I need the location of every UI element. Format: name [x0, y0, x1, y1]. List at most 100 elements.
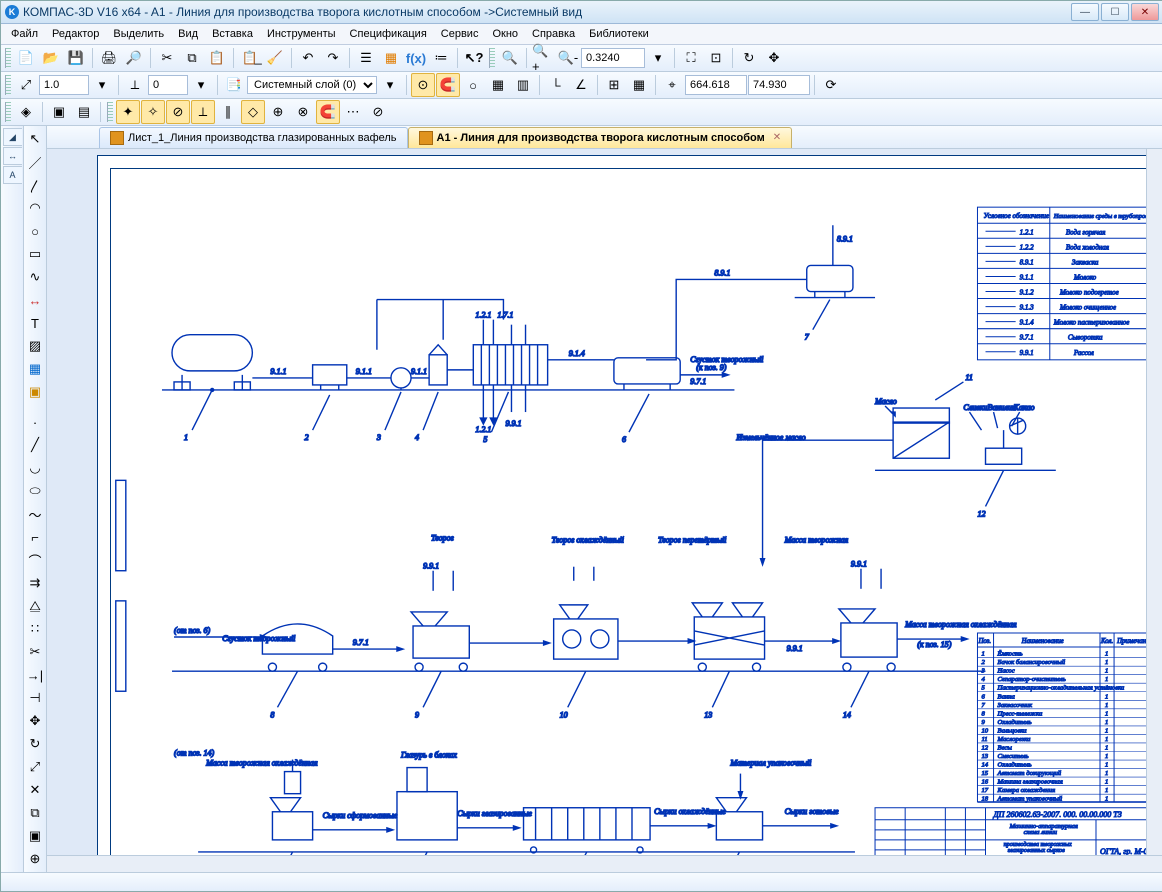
step-input[interactable]: [148, 75, 188, 95]
menu-insert[interactable]: Вставка: [206, 27, 259, 41]
zoom-dropdown-button[interactable]: ▾: [646, 46, 670, 70]
refresh-view-button[interactable]: ⟳: [819, 73, 843, 97]
properties-button[interactable]: 🧹: [263, 46, 287, 70]
redo-button[interactable]: ↷: [321, 46, 345, 70]
paste-button[interactable]: 📋: [205, 46, 229, 70]
toolbar-grip[interactable]: [5, 102, 11, 122]
scale-input[interactable]: [39, 75, 89, 95]
menu-spec[interactable]: Спецификация: [344, 27, 433, 41]
snap-ins-button[interactable]: ⊕: [266, 100, 290, 124]
copy-button[interactable]: ⧉: [180, 46, 204, 70]
refresh-button[interactable]: ↻: [737, 46, 761, 70]
snap-quad-button[interactable]: ◇: [241, 100, 265, 124]
maximize-button[interactable]: ☐: [1101, 3, 1129, 21]
layers-button[interactable]: 📑: [222, 73, 246, 97]
rect-tool[interactable]: ▭: [24, 243, 46, 265]
curve-tool[interactable]: 〜: [24, 503, 46, 525]
iso-button[interactable]: ◈: [14, 100, 38, 124]
doc-tab-1[interactable]: Лист_1_Линия производства глазированных …: [99, 127, 408, 148]
snap-center-button[interactable]: ○: [461, 73, 485, 97]
pan-button[interactable]: ✥: [762, 46, 786, 70]
offset-tool[interactable]: ⇉: [24, 572, 46, 594]
undo-button[interactable]: ↶: [296, 46, 320, 70]
close-button[interactable]: ✕: [1131, 3, 1159, 21]
snap-ext-button[interactable]: ⋯: [341, 100, 365, 124]
layer-select[interactable]: Системный слой (0): [247, 76, 377, 94]
menu-file[interactable]: Файл: [5, 27, 44, 41]
menu-edit[interactable]: Редактор: [46, 27, 105, 41]
break-tool[interactable]: ⊣: [24, 687, 46, 709]
hatch-tool[interactable]: ▨: [24, 335, 46, 357]
render2-button[interactable]: ▤: [72, 100, 96, 124]
zoom-value-input[interactable]: [581, 48, 645, 68]
group-tool[interactable]: ⧉: [24, 802, 46, 824]
new-doc-button[interactable]: 📄: [14, 46, 38, 70]
snap-near-button[interactable]: ✦: [116, 100, 140, 124]
coord-y-input[interactable]: [748, 75, 810, 95]
tab-dims[interactable]: ↔: [3, 147, 22, 165]
snap-int-button[interactable]: ✧: [141, 100, 165, 124]
grid2-button[interactable]: ▦: [627, 73, 651, 97]
frame-tool[interactable]: ▣: [24, 381, 46, 403]
snap-none-button[interactable]: ⊘: [366, 100, 390, 124]
toolbar-grip[interactable]: [5, 48, 11, 68]
polyline-tool[interactable]: 〳: [24, 174, 46, 196]
tab-close-icon[interactable]: ✕: [773, 132, 781, 143]
zoom-out-button[interactable]: 🔍-: [556, 46, 580, 70]
ellipse-tool[interactable]: ⬭: [24, 480, 46, 502]
select-arrow-button[interactable]: ↖?: [462, 46, 486, 70]
aux-line-tool[interactable]: ╱: [24, 434, 46, 456]
vars-button[interactable]: f(x): [404, 46, 428, 70]
manager-button[interactable]: ☰: [354, 46, 378, 70]
ucs-button[interactable]: ⤢: [14, 73, 38, 97]
snap-tan-button[interactable]: ⊘: [166, 100, 190, 124]
lib-button[interactable]: ▦: [379, 46, 403, 70]
horizontal-scrollbar[interactable]: [47, 855, 1162, 872]
coord-x-input[interactable]: [685, 75, 747, 95]
circle-tool[interactable]: ○: [24, 220, 46, 242]
zoom-in-button[interactable]: 🔍+: [531, 46, 555, 70]
ortho-button[interactable]: └: [544, 73, 568, 97]
doc-tab-2[interactable]: A1 - Линия для производства творога кисл…: [408, 127, 793, 148]
block-tool[interactable]: ▣: [24, 825, 46, 847]
preview-button[interactable]: 🔎: [122, 46, 146, 70]
menu-libs[interactable]: Библиотеки: [583, 27, 655, 41]
zoom-tool-button[interactable]: 🔍: [498, 46, 522, 70]
toolbar-grip[interactable]: [5, 75, 11, 95]
menu-select[interactable]: Выделить: [107, 27, 170, 41]
cursor-tool[interactable]: ↖: [24, 128, 46, 150]
mirror-tool[interactable]: ⧋: [24, 595, 46, 617]
toolbar-grip[interactable]: [489, 48, 495, 68]
snap-perp-button[interactable]: ⟂: [191, 100, 215, 124]
open-button[interactable]: 📂: [39, 46, 63, 70]
menu-view[interactable]: Вид: [172, 27, 204, 41]
extend-tool[interactable]: →|: [24, 664, 46, 686]
snap-par-button[interactable]: ∥: [216, 100, 240, 124]
snap-mag-button[interactable]: 🧲: [316, 100, 340, 124]
print-button[interactable]: 🖨: [97, 46, 121, 70]
scale-tool[interactable]: ⤢: [24, 756, 46, 778]
arc-tool[interactable]: ◠: [24, 197, 46, 219]
vars2-button[interactable]: ≔: [429, 46, 453, 70]
fillet-tool[interactable]: ⌒: [24, 549, 46, 571]
text-tool[interactable]: T: [24, 312, 46, 334]
toolbar-grip[interactable]: [107, 102, 113, 122]
dim-tool[interactable]: ↔: [24, 289, 46, 311]
zoom-extent-button[interactable]: ⊡: [704, 46, 728, 70]
polar-button[interactable]: ∠: [569, 73, 593, 97]
array-tool[interactable]: ∷: [24, 618, 46, 640]
step-dd-button[interactable]: ▾: [189, 73, 213, 97]
snap-grid2-button[interactable]: ▥: [511, 73, 535, 97]
menu-tools[interactable]: Инструменты: [261, 27, 342, 41]
line-tool[interactable]: ／: [24, 151, 46, 173]
rotate-tool[interactable]: ↻: [24, 733, 46, 755]
delete-tool[interactable]: ✕: [24, 779, 46, 801]
scale-dd-button[interactable]: ▾: [90, 73, 114, 97]
aux-arc-tool[interactable]: ◡: [24, 457, 46, 479]
trim-tool[interactable]: ✂: [24, 641, 46, 663]
spline-tool[interactable]: ∿: [24, 266, 46, 288]
vertical-scrollbar[interactable]: [1146, 149, 1162, 855]
snap-node-button[interactable]: ⊗: [291, 100, 315, 124]
snap-mid-button[interactable]: 🧲: [436, 73, 460, 97]
tab-geometry[interactable]: ◢: [3, 128, 22, 146]
